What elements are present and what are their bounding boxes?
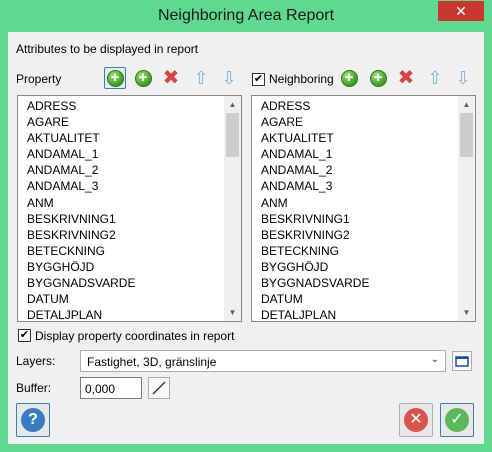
buffer-draw-button[interactable]	[148, 377, 170, 399]
property-add-all-button[interactable]: +	[132, 67, 154, 89]
list-item[interactable]: ANDAMAL_3	[18, 178, 224, 194]
property-list-items: ADRESS AGARE AKTUALITET ANDAMAL_1 ANDAMAL_2 A…	[18, 96, 224, 321]
check-icon: ✓	[445, 408, 469, 432]
list-item[interactable]: BETECKNING	[252, 243, 458, 259]
property-scrollbar[interactable]: ▲ ▼	[224, 96, 241, 321]
list-item[interactable]: AGARE	[18, 114, 224, 130]
line-icon	[152, 381, 166, 395]
add-all-icon: +	[369, 69, 387, 87]
list-item[interactable]: BYGGNADSVARDE	[252, 275, 458, 291]
property-list[interactable]: ADRESS AGARE AKTUALITET ANDAMAL_1 ANDAMAL_2 A…	[17, 95, 242, 322]
close-icon: ✕	[455, 3, 467, 19]
neighboring-list-items: ADRESS AGARE AKTUALITET ANDAMAL_1 ANDAMAL_2 A…	[252, 96, 458, 321]
layers-value: Fastighet, 3D, gränslinje	[87, 355, 217, 369]
buffer-input[interactable]: 0,000	[80, 377, 142, 399]
title-bar: Neighboring Area Report ✕	[0, 0, 492, 32]
list-item[interactable]: AGARE	[252, 114, 458, 130]
neighboring-add-all-button[interactable]: +	[367, 67, 389, 89]
layers-select-button[interactable]	[452, 351, 472, 371]
neighboring-list[interactable]: ADRESS AGARE AKTUALITET ANDAMAL_1 ANDAMAL_2 A…	[251, 95, 476, 322]
display-coords-label: Display property coordinates in report	[35, 329, 235, 343]
remove-icon: ✖	[397, 67, 415, 89]
list-item[interactable]: BYGGHÖJD	[18, 259, 224, 275]
property-move-up-button[interactable]: ⇧	[190, 67, 212, 89]
neighboring-move-down-button[interactable]: ⇩	[452, 67, 474, 89]
list-item[interactable]: DETALJPLAN	[252, 307, 458, 321]
scroll-thumb[interactable]	[226, 113, 239, 157]
list-item[interactable]: ANDAMAL_2	[18, 162, 224, 178]
help-button[interactable]: ?	[16, 403, 50, 437]
list-item[interactable]: ANDAMAL_3	[252, 178, 458, 194]
window-icon	[455, 356, 469, 367]
neighboring-label: Neighboring	[269, 72, 334, 86]
list-item[interactable]: BETECKNING	[18, 243, 224, 259]
property-remove-button[interactable]: ✖	[160, 67, 182, 89]
move-up-icon: ⇧	[193, 68, 209, 88]
neighboring-checkbox[interactable]: ✔	[252, 73, 265, 86]
property-move-down-button[interactable]: ⇩	[218, 67, 240, 89]
list-item[interactable]: BESKRIVNING2	[252, 227, 458, 243]
list-item[interactable]: ADRESS	[18, 98, 224, 114]
layers-dropdown[interactable]: Fastighet, 3D, gränslinje ⌄	[80, 350, 446, 372]
property-add-button[interactable]: +	[104, 67, 126, 89]
layers-label: Layers:	[16, 354, 56, 368]
add-icon: +	[106, 69, 124, 87]
buffer-label: Buffer:	[16, 381, 52, 395]
display-coords-checkbox[interactable]: ✔	[18, 329, 31, 342]
list-item[interactable]: BYGGHÖJD	[252, 259, 458, 275]
neighboring-move-up-button[interactable]: ⇧	[424, 67, 446, 89]
scroll-up-icon[interactable]: ▲	[224, 96, 241, 113]
list-item[interactable]: ANM	[252, 195, 458, 211]
list-item[interactable]: BESKRIVNING1	[252, 211, 458, 227]
scroll-down-icon[interactable]: ▼	[458, 304, 475, 321]
window-title: Neighboring Area Report	[157, 7, 335, 24]
list-item[interactable]: ADRESS	[252, 98, 458, 114]
cancel-icon: ✕	[404, 408, 428, 432]
scroll-up-icon[interactable]: ▲	[458, 96, 475, 113]
list-item[interactable]: BYGGNADSVARDE	[18, 275, 224, 291]
move-up-icon: ⇧	[427, 68, 443, 88]
list-item[interactable]: BESKRIVNING1	[18, 211, 224, 227]
list-item[interactable]: ANDAMAL_2	[252, 162, 458, 178]
list-item[interactable]: AKTUALITET	[18, 130, 224, 146]
list-item[interactable]: BESKRIVNING2	[18, 227, 224, 243]
add-all-icon: +	[134, 69, 152, 87]
help-icon: ?	[21, 408, 45, 432]
scroll-thumb[interactable]	[460, 113, 473, 157]
ok-button[interactable]: ✓	[440, 403, 474, 437]
cancel-button[interactable]: ✕	[399, 403, 433, 437]
list-item[interactable]: DATUM	[252, 291, 458, 307]
list-item[interactable]: AKTUALITET	[252, 130, 458, 146]
list-item[interactable]: ANM	[18, 195, 224, 211]
chevron-down-icon: ⌄	[430, 354, 439, 365]
neighboring-add-button[interactable]: +	[338, 67, 360, 89]
buffer-value: 0,000	[85, 382, 116, 396]
scroll-down-icon[interactable]: ▼	[224, 304, 241, 321]
close-button[interactable]: ✕	[438, 1, 484, 21]
neighboring-remove-button[interactable]: ✖	[395, 67, 417, 89]
remove-icon: ✖	[162, 67, 180, 89]
list-item[interactable]: ANDAMAL_1	[18, 146, 224, 162]
move-down-icon: ⇩	[221, 68, 237, 88]
list-item[interactable]: DATUM	[18, 291, 224, 307]
section-label: Attributes to be displayed in report	[16, 42, 199, 56]
list-item[interactable]: DETALJPLAN	[18, 307, 224, 321]
dialog-body: Attributes to be displayed in report Pro…	[8, 32, 484, 444]
add-icon: +	[340, 69, 358, 87]
neighboring-scrollbar[interactable]: ▲ ▼	[458, 96, 475, 321]
list-item[interactable]: ANDAMAL_1	[252, 146, 458, 162]
move-down-icon: ⇩	[455, 68, 471, 88]
property-label: Property	[16, 72, 62, 86]
